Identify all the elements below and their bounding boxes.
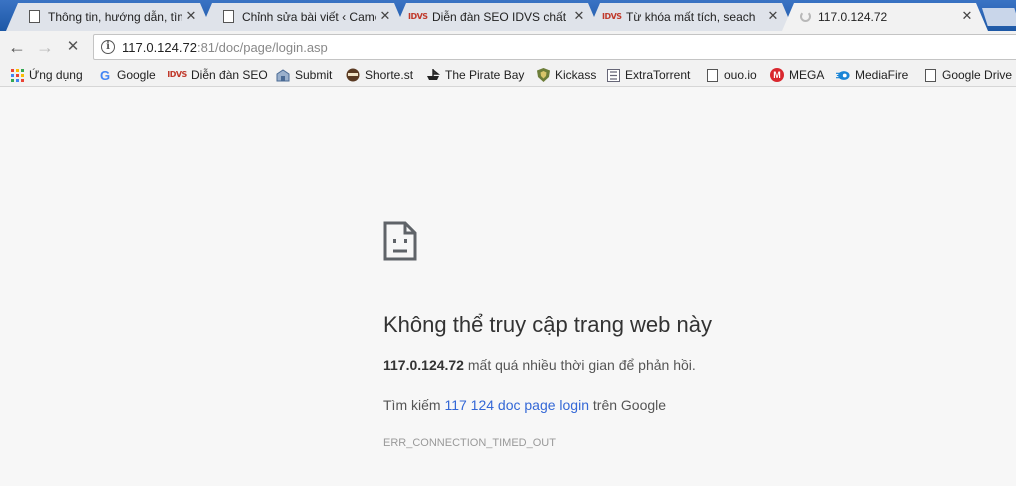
document-icon	[222, 10, 236, 24]
document-icon	[923, 68, 937, 82]
error-message-text: mất quá nhiều thời gian để phản hồi.	[463, 357, 696, 373]
bookmark-google[interactable]: G Google	[98, 66, 156, 84]
sad-document-icon	[383, 221, 417, 261]
bookmark-shortest[interactable]: Shorte.st	[346, 66, 413, 84]
bookmark-mediafire[interactable]: MediaFire	[836, 66, 908, 84]
url-host: 117.0.124.72	[122, 40, 197, 55]
bookmark-extratorrent[interactable]: ExtraTorrent	[606, 66, 690, 84]
close-icon[interactable]: ✕	[766, 9, 780, 23]
bookmark-label: MediaFire	[855, 68, 909, 82]
forward-arrow-icon[interactable]: →	[35, 37, 55, 57]
pirate-icon	[426, 68, 440, 82]
new-tab-button[interactable]	[982, 8, 1016, 26]
suggestion-suffix: trên Google	[589, 397, 667, 413]
address-bar[interactable]: i 117.0.124.72:81/doc/page/login.asp	[93, 34, 1016, 60]
url-text[interactable]: 117.0.124.72:81/doc/page/login.asp	[122, 40, 328, 55]
toolbar: ← → ✕ i 117.0.124.72:81/doc/page/login.a…	[0, 31, 1016, 63]
suggestion-prefix: Tìm kiếm	[383, 397, 445, 413]
idvs-logo: IDVS	[408, 12, 428, 21]
bookmark-apps[interactable]: Ứng dụng	[10, 66, 83, 84]
close-icon[interactable]: ✕	[378, 9, 392, 23]
error-suggestion: Tìm kiếm 117 124 doc page login trên Goo…	[383, 397, 666, 413]
bookmark-google-drive[interactable]: Google Drive	[923, 66, 1012, 84]
google-icon: G	[99, 67, 111, 83]
bookmark-label: Shorte.st	[365, 68, 414, 82]
close-icon[interactable]: ✕	[572, 9, 586, 23]
tab-title: 117.0.124.72	[818, 10, 888, 24]
mega-icon: M	[770, 68, 784, 82]
idvs-icon: IDVS	[167, 70, 187, 79]
loading-spinner-icon	[800, 10, 814, 24]
apps-grid-icon	[10, 68, 24, 82]
bookmark-label: Kickass	[555, 68, 597, 82]
idvs-logo: IDVS	[602, 12, 622, 21]
close-icon[interactable]: ✕	[960, 9, 974, 23]
bookmark-label: Google Drive	[942, 68, 1013, 82]
google-search-link[interactable]: 117 124 doc page login	[444, 397, 589, 413]
back-arrow-icon[interactable]: ←	[7, 37, 27, 57]
bookmark-label: MEGA	[789, 68, 825, 82]
bookmark-label: Google	[117, 68, 156, 82]
url-path: :81/doc/page/login.asp	[196, 40, 328, 55]
error-host: 117.0.124.72	[383, 357, 464, 373]
tab-title: Diễn đàn SEO IDVS chất	[432, 10, 567, 24]
tab-2[interactable]: Chỉnh sửa bài viết ‹ Came ✕	[200, 3, 406, 31]
error-message: 117.0.124.72 mất quá nhiều thời gian để …	[383, 357, 696, 373]
bookmark-submit[interactable]: Submit	[276, 66, 332, 84]
mediafire-icon	[836, 68, 850, 82]
tab-title: Từ khóa mất tích, seach	[626, 10, 756, 24]
submit-icon	[276, 68, 290, 82]
bookmark-label: ouo.io	[724, 68, 757, 82]
bookmark-label: Submit	[295, 68, 333, 82]
error-code: ERR_CONNECTION_TIMED_OUT	[383, 437, 556, 449]
info-icon[interactable]: i	[101, 40, 115, 54]
shortest-icon	[346, 68, 360, 82]
tab-3[interactable]: IDVS Diễn đàn SEO IDVS chất ✕	[394, 3, 600, 31]
bookmark-ouo[interactable]: ouo.io	[705, 66, 757, 84]
bookmark-label: The Pirate Bay	[445, 68, 525, 82]
bookmark-kickass[interactable]: Kickass	[536, 66, 596, 84]
document-icon	[28, 10, 42, 24]
document-icon	[705, 68, 719, 82]
extratorrent-icon	[606, 68, 620, 82]
error-page: Không thể truy cập trang web này 117.0.1…	[0, 88, 1016, 486]
tab-title: Chỉnh sửa bài viết ‹ Came	[242, 10, 376, 24]
tab-title: Thông tin, hướng dẫn, tìm	[48, 10, 182, 24]
bookmarks-bar: Ứng dụng G Google IDVS Diễn đàn SEO Subm…	[0, 63, 1016, 87]
tab-strip: Thông tin, hướng dẫn, tìm ✕ Chỉnh sửa bà…	[0, 0, 1016, 31]
bookmark-pirate-bay[interactable]: The Pirate Bay	[426, 66, 524, 84]
bookmark-label: Diễn đàn SEO	[191, 68, 268, 82]
tab-4[interactable]: IDVS Từ khóa mất tích, seach ✕	[588, 3, 794, 31]
bookmark-label: Ứng dụng	[29, 68, 83, 82]
bookmark-mega[interactable]: M MEGA	[770, 66, 824, 84]
tab-5-active[interactable]: 117.0.124.72 ✕	[782, 3, 988, 31]
bookmark-dien-dan-seo[interactable]: IDVS Diễn đàn SEO	[167, 66, 268, 84]
kickass-icon	[536, 68, 550, 82]
stop-loading-icon[interactable]: ✕	[63, 37, 83, 57]
tab-1[interactable]: Thông tin, hướng dẫn, tìm ✕	[6, 3, 212, 31]
bookmark-label: ExtraTorrent	[625, 68, 691, 82]
error-title: Không thể truy cập trang web này	[383, 312, 712, 337]
close-icon[interactable]: ✕	[184, 9, 198, 23]
